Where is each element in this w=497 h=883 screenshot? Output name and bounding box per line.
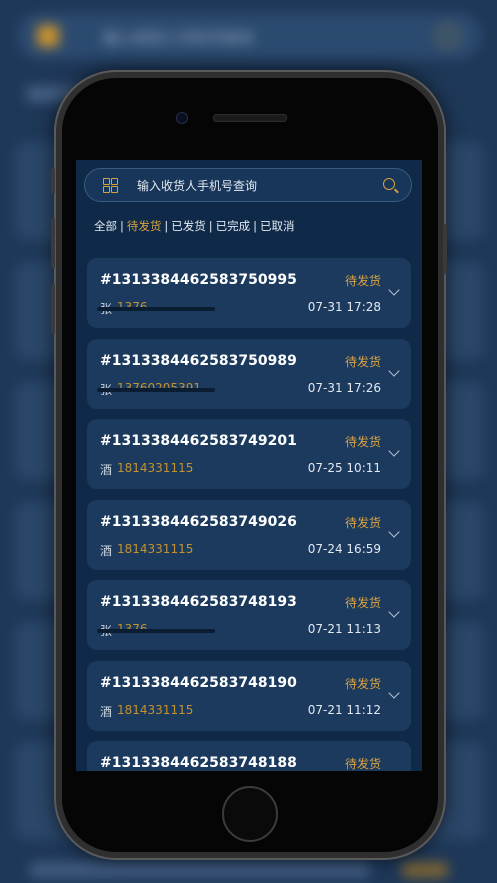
order-card[interactable]: #1313384462583748190 待发货 酒 1814331115 07…: [87, 660, 411, 731]
recipient-name: 酒: [100, 543, 113, 558]
volume-up-button: [51, 218, 55, 268]
tab-separator: |: [208, 219, 213, 233]
order-time: 07-21 11:12: [307, 702, 381, 717]
tab-separator: |: [253, 219, 257, 233]
order-status: 待发货: [344, 274, 381, 288]
search-placeholder: 输入收货人手机号查询: [137, 179, 258, 193]
recipient-phone: 1814331115: [117, 461, 194, 475]
recipient-name: 酒: [100, 463, 113, 477]
chevron-down-icon[interactable]: [388, 364, 400, 377]
order-number: #1313384462583748190: [100, 674, 297, 691]
order-number: #1313384462583750995: [100, 272, 297, 288]
order-status: 待发货: [344, 757, 381, 771]
order-number: #1313384462583749026: [100, 513, 297, 530]
app-screen: 输入收货人手机号查询 全部 | 待发货 | 已发货 | 已完成 | 已取消 #131338446…: [76, 160, 422, 771]
chevron-down-icon[interactable]: [388, 284, 400, 296]
order-time: 07-31 17:26: [307, 380, 381, 395]
order-status: 待发货: [344, 354, 381, 369]
power-button: [443, 224, 447, 274]
order-card[interactable]: #1313384462583750995 待发货 张 1376 07-31 17…: [87, 258, 411, 328]
order-status: 待发货: [344, 435, 381, 449]
order-time: 07-25 10:11: [307, 461, 381, 475]
order-number: #1313384462583750989: [100, 352, 297, 369]
redaction-bar: [97, 307, 215, 311]
recipient-phone: 1814331115: [117, 541, 194, 556]
order-number: #1313384462583748193: [100, 594, 297, 610]
order-time: 07-31 17:28: [307, 300, 381, 314]
tab-separator: |: [164, 219, 169, 233]
background-status: [402, 862, 448, 878]
order-number: #1313384462583749201: [100, 433, 297, 449]
front-camera: [176, 112, 188, 124]
grid-icon[interactable]: [103, 178, 118, 193]
mute-switch: [51, 168, 55, 194]
tab-shipped[interactable]: 已发货: [171, 219, 206, 233]
order-card[interactable]: #1313384462583748193 待发货 张 1376 07-21 11…: [87, 580, 411, 650]
recipient-name: 酒: [100, 704, 113, 719]
home-button[interactable]: [222, 786, 278, 842]
order-card[interactable]: #1313384462583750989 待发货 张 13760205391 0…: [87, 338, 411, 409]
search-input[interactable]: 输入收货人手机号查询: [84, 168, 412, 202]
order-card[interactable]: #1313384462583749026 待发货 酒 1814331115 07…: [87, 499, 411, 570]
order-status: 待发货: [344, 515, 381, 530]
background-search-icon: [437, 25, 459, 47]
order-status: 待发货: [344, 596, 381, 610]
earpiece-speaker: [213, 114, 287, 122]
background-search-bar: 输入收货人手机号查询: [18, 14, 480, 58]
order-time: 07-24 16:59: [307, 541, 381, 556]
redaction-bar: [97, 629, 215, 633]
chevron-down-icon[interactable]: [388, 445, 400, 457]
background-grid-icon: [37, 25, 59, 47]
order-number: #1313384462583748188: [100, 755, 297, 771]
chevron-down-icon[interactable]: [388, 686, 400, 699]
order-status: 待发货: [344, 676, 381, 691]
redaction-bar: [97, 387, 215, 392]
order-time: 07-21 11:13: [307, 622, 381, 636]
chevron-down-icon[interactable]: [388, 606, 400, 618]
tab-separator: |: [120, 219, 124, 233]
tab-cancelled[interactable]: 已取消: [260, 219, 295, 233]
background-order-number: [30, 862, 370, 878]
order-list: #1313384462583750995 待发货 张 1376 07-31 17…: [87, 258, 411, 771]
search-icon[interactable]: [383, 178, 395, 190]
chevron-down-icon[interactable]: [388, 525, 400, 538]
tab-completed[interactable]: 已完成: [216, 219, 251, 233]
order-card[interactable]: #1313384462583748188 待发货: [87, 741, 411, 771]
recipient-phone: 1814331115: [117, 702, 194, 717]
tab-all[interactable]: 全部: [94, 219, 117, 233]
order-card[interactable]: #1313384462583749201 待发货 酒 1814331115 07…: [87, 419, 411, 489]
background-search-text: 输入收货人手机号查询: [103, 29, 254, 47]
tab-pending[interactable]: 待发货: [127, 219, 162, 233]
status-filter-tabs: 全部 | 待发货 | 已发货 | 已完成 | 已取消: [94, 218, 295, 234]
volume-down-button: [51, 284, 55, 334]
